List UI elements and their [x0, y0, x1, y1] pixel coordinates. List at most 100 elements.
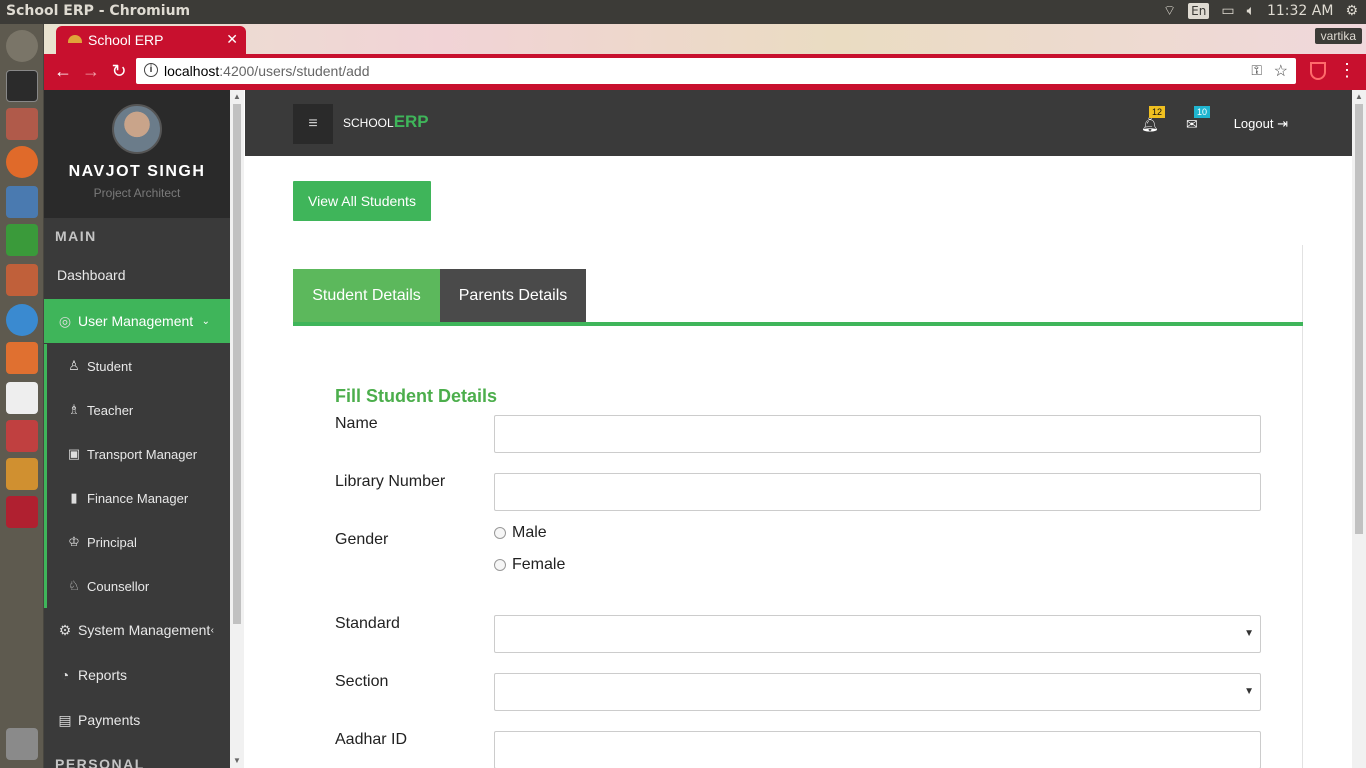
- key-icon[interactable]: ⚿: [1251, 62, 1262, 79]
- gender-radio-female[interactable]: Female: [494, 556, 565, 574]
- address-bar[interactable]: i localhost:4200/users/student/add ⚿ ☆: [136, 58, 1296, 84]
- principal-icon: ♔: [68, 534, 80, 549]
- browser-tab[interactable]: School ERP ✕: [56, 26, 246, 54]
- wifi-icon[interactable]: ⌔: [1163, 2, 1176, 20]
- hamburger-menu-icon[interactable]: ≡: [293, 104, 333, 144]
- section-heading-main: MAIN: [55, 228, 97, 244]
- teacher-icon: ♗: [68, 402, 80, 417]
- profile-name: NAVJOT SINGH: [68, 163, 206, 180]
- forward-icon[interactable]: →: [80, 61, 102, 82]
- favicon-icon: [68, 35, 82, 43]
- amazon-icon[interactable]: [6, 382, 38, 414]
- section-select[interactable]: ▼: [494, 673, 1261, 711]
- close-tab-icon[interactable]: ✕: [226, 31, 238, 48]
- tab-student-details[interactable]: Student Details: [293, 269, 440, 322]
- bookmark-star-icon[interactable]: ☆: [1274, 61, 1288, 81]
- page-scrollbar[interactable]: ▲: [1352, 90, 1366, 768]
- name-field[interactable]: [494, 415, 1261, 453]
- window-title: School ERP - Chromium: [6, 3, 191, 19]
- view-all-students-button[interactable]: View All Students: [293, 181, 431, 221]
- battery-icon[interactable]: ▭: [1221, 3, 1234, 19]
- firefox-icon[interactable]: [6, 146, 38, 178]
- notifications-bell-icon[interactable]: 🔔︎ 12: [1141, 106, 1166, 133]
- sidebar-item-label: Reports: [78, 667, 128, 683]
- messages-count-badge: 10: [1194, 106, 1211, 118]
- sidebar-item-label: Student: [87, 358, 132, 374]
- chevron-left-icon: ‹: [210, 624, 214, 636]
- sidebar-item-label: System Management: [78, 622, 211, 638]
- page-scroll-thumb[interactable]: [1355, 104, 1363, 534]
- student-icon: ♙: [68, 358, 80, 373]
- keyboard-layout-indicator[interactable]: En: [1188, 3, 1210, 19]
- user-profile-badge[interactable]: vartika: [1314, 28, 1362, 44]
- sidebar-subitem-teacher[interactable]: ♗ Teacher: [44, 388, 230, 432]
- sidebar-scroll-thumb[interactable]: [233, 104, 241, 624]
- aadhar-id-label: Aadhar ID: [335, 731, 408, 748]
- sidebar-subitem-transport-manager[interactable]: ▣ Transport Manager: [44, 432, 230, 476]
- library-number-label: Library Number: [335, 473, 446, 490]
- aadhar-id-field[interactable]: [494, 731, 1261, 768]
- os-top-bar: School ERP - Chromium ⌔ En ▭ 🔈︎ 11:32 AM…: [0, 0, 1366, 24]
- sidebar-item-label: Payments: [78, 712, 141, 728]
- tab-parents-details[interactable]: Parents Details: [440, 269, 586, 322]
- sidebar-scrollbar[interactable]: ▲ ▼: [230, 90, 244, 768]
- files-icon[interactable]: [6, 108, 38, 140]
- logout-link[interactable]: Logout ⇥: [1234, 116, 1288, 132]
- software-center-icon[interactable]: [6, 342, 38, 374]
- sidebar-item-payments[interactable]: ▤ Payments: [44, 698, 230, 742]
- sidebar-item-reports[interactable]: ◔ Reports: [44, 653, 230, 697]
- settings-gear-icon[interactable]: ⚙: [1345, 3, 1358, 19]
- name-label: Name: [335, 415, 378, 432]
- calc-icon[interactable]: [6, 224, 38, 256]
- system-settings-icon[interactable]: [6, 420, 38, 452]
- clock[interactable]: 11:32 AM: [1267, 3, 1333, 19]
- trash-icon[interactable]: [6, 728, 38, 760]
- library-number-field[interactable]: [494, 473, 1261, 511]
- bus-icon: ▣: [67, 446, 81, 461]
- app-launcher: [0, 24, 44, 768]
- sidebar-subitem-finance-manager[interactable]: ▮ Finance Manager: [44, 476, 230, 520]
- scroll-down-arrow-icon[interactable]: ▼: [233, 756, 241, 765]
- sublime-icon[interactable]: [6, 458, 38, 490]
- workspace-switcher-icon[interactable]: [6, 496, 38, 528]
- sidebar-item-dashboard[interactable]: Dashboard: [44, 253, 230, 297]
- counsellor-icon: ♘: [68, 578, 80, 593]
- volume-icon[interactable]: 🔈︎: [1247, 3, 1255, 19]
- dropdown-arrow-icon: ▼: [1244, 686, 1254, 697]
- brand-small-text: SCHOOL: [343, 116, 394, 130]
- site-info-icon[interactable]: i: [144, 63, 158, 77]
- terminal-icon[interactable]: [6, 70, 38, 102]
- sidebar-item-label: Finance Manager: [87, 490, 189, 506]
- radio-button[interactable]: [494, 527, 506, 539]
- scroll-up-arrow-icon[interactable]: ▲: [1355, 92, 1363, 101]
- reload-icon[interactable]: ↻: [108, 61, 130, 82]
- radio-button[interactable]: [494, 559, 506, 571]
- sidebar-item-user-management[interactable]: ◎ User Management ⌄: [44, 299, 230, 343]
- sidebar-subitem-counsellor[interactable]: ♘ Counsellor: [44, 564, 230, 608]
- scroll-up-arrow-icon[interactable]: ▲: [233, 92, 241, 101]
- tab-title: School ERP: [88, 32, 164, 48]
- gender-radio-male[interactable]: Male: [494, 524, 547, 542]
- page-viewport: NAVJOT SINGH Project Architect MAIN Dash…: [44, 90, 1366, 768]
- sidebar-item-system-management[interactable]: ⚙ System Management ‹: [44, 608, 230, 652]
- back-icon[interactable]: ←: [52, 61, 74, 82]
- payments-icon: ▤: [58, 712, 72, 728]
- bar-chart-icon: ▮: [70, 490, 78, 505]
- sidebar-item-label: Transport Manager: [87, 446, 198, 462]
- sidebar-subitem-student[interactable]: ♙ Student: [44, 344, 230, 388]
- url-text[interactable]: localhost:4200/users/student/add: [164, 63, 370, 79]
- brand-logo[interactable]: SCHOOLERP: [343, 112, 429, 132]
- system-tray: ⌔ En ▭ 🔈︎ 11:32 AM ⚙: [1163, 2, 1358, 20]
- standard-select[interactable]: ▼: [494, 615, 1261, 653]
- writer-icon[interactable]: [6, 186, 38, 218]
- browser-menu-icon[interactable]: ⋮: [1338, 60, 1356, 81]
- extension-shield-icon[interactable]: [1310, 62, 1326, 80]
- chromium-icon[interactable]: [6, 304, 38, 336]
- sidebar-item-label: Principal: [87, 534, 137, 550]
- sidebar-subitem-principal[interactable]: ♔ Principal: [44, 520, 230, 564]
- avatar: [112, 104, 162, 154]
- dash-home-icon[interactable]: [6, 30, 38, 62]
- gender-label: Gender: [335, 531, 389, 548]
- impress-icon[interactable]: [6, 264, 38, 296]
- messages-envelope-icon[interactable]: ✉ 10: [1186, 106, 1211, 133]
